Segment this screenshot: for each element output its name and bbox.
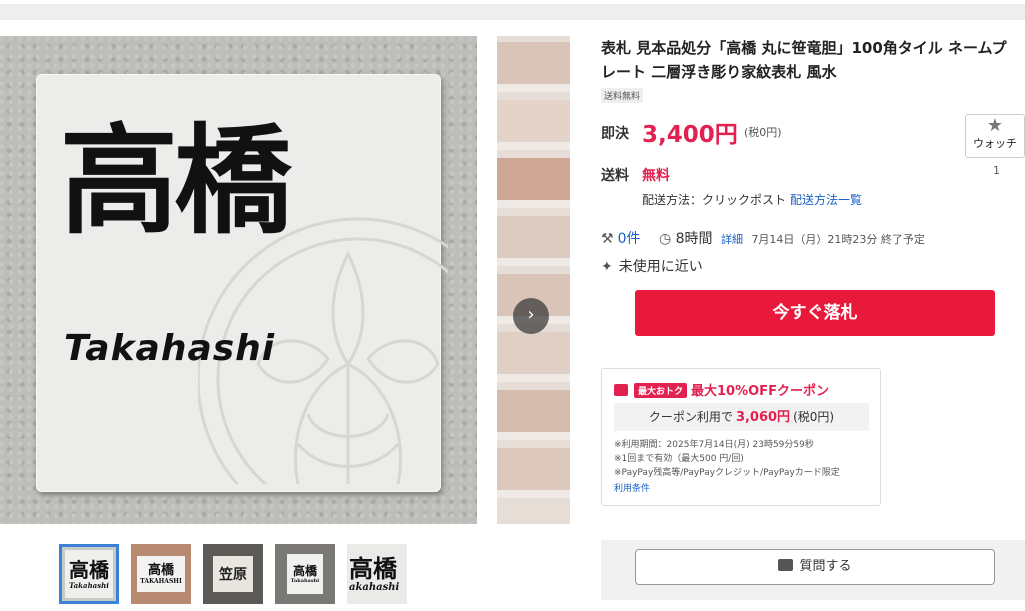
top-bar-strip [0,4,1025,20]
coupon-note-limit: ※1回まで有効（最大500 円/回) [614,454,744,464]
watch-count: 1 [993,164,1000,177]
shipping-options-link[interactable]: 配送方法一覧 [790,193,862,207]
thumbnail-4[interactable]: 高橋 Takahashi [275,544,335,604]
brick [497,158,570,208]
brick [497,100,570,150]
watch-label: ウォッチ [973,137,1017,150]
image-gallery: 高橋 Takahashi › [0,36,570,524]
watch-button[interactable]: ★ ウォッチ [965,114,1025,158]
plate-romaji: Takahashi [64,328,276,369]
thumbnail-3[interactable]: 笠原 [203,544,263,604]
thumb-kanji: 笠原 [219,567,247,583]
coupon-note-period: ※利用期間：2025年7月14日(月) 23時59分59秒 [614,440,814,450]
shipping-method-text: 配送方法：クリックポスト [642,193,787,207]
ask-question-button[interactable]: 質問する [635,549,995,585]
thumbnail-2[interactable]: 高橋 TAKAHASHI [131,544,191,604]
coupon-price: 3,060円 [735,410,791,425]
condition-text: 未使用に近い [618,259,703,275]
clock-icon: ◷ [658,231,672,247]
brick [497,42,570,92]
coupon-badge: 最大おトク [634,383,688,398]
thumb-romaji: Takahashi [69,580,109,590]
next-image-button[interactable]: › [513,298,549,334]
coupon-terms-link[interactable]: 利用条件 [614,481,650,494]
buy-now-button[interactable]: 今すぐ落札 [635,290,995,336]
thumb-kanji: 高橋 [147,563,174,578]
coupon-box: 最大おトク 最大10%OFFクーポン クーポン利用で 3,060円 (税0円) ※利用… [601,368,881,506]
thumb-romaji: Takahashi [290,578,320,584]
thumb-kanji: 高橋 [69,557,109,582]
main-photo[interactable]: 高橋 Takahashi [0,36,477,524]
coupon-tax: (税0円) [793,410,835,424]
auction-meta: ⚒ 0件 ◷ 8時間 詳細 7月14日（月）21時23分 終了予定 [601,228,925,248]
top-bar [0,0,1025,20]
brick [497,390,570,440]
free-shipping-tag: 送料無料 [601,88,644,103]
item-title: 表札 見本品処分「高橋 丸に笹竜胆」100角タイル ネームプレート 二層浮き彫り… [601,39,1007,81]
shipping-value: 無料 [642,168,670,184]
coupon-header: 最大おトク 最大10%OFFクーポン [614,380,829,399]
plate-kanji: 高橋 [60,111,292,250]
brick [497,448,570,498]
buy-now-price: 3,400円 [642,122,738,148]
coupon-use-prefix: クーポン利用で [648,410,733,424]
thumb-romaji: TAKAHASHI [140,578,182,585]
next-photo-preview[interactable] [497,36,570,524]
chat-bubble-icon [778,559,794,571]
shipping-method: 配送方法：クリックポスト 配送方法一覧 [642,191,862,208]
thumb-romaji: akahashi [349,581,400,593]
detail-link[interactable]: 詳細 [721,233,743,246]
end-time: 7月14日（月）21時23分 終了予定 [751,233,925,246]
time-left: 8時間 [675,231,713,247]
star-icon: ★ [986,115,1004,136]
item-condition: ✦ 未使用に近い [601,256,703,276]
price-tax: (税0円) [744,126,782,139]
sparkle-icon: ✦ [601,259,613,275]
gavel-icon: ⚒ [601,231,614,247]
coupon-icon [614,384,628,396]
name-plate-tile: 高橋 Takahashi [36,74,448,492]
thumb-kanji: 高橋 [349,553,397,583]
thumbnail-1[interactable]: 高橋 Takahashi [59,544,119,604]
coupon-title: 最大10%OFFクーポン [691,384,829,399]
thumbnail-5[interactable]: 高橋 akahashi [347,544,407,604]
brick [497,216,570,266]
coupon-price-row: クーポン利用で 3,060円 (税0円) [614,403,869,431]
thumb-kanji: 高橋 [292,564,317,578]
bid-count-link[interactable]: 0件 [618,231,641,247]
brick [497,332,570,382]
shipping-label: 送料 [601,168,629,184]
buy-now-label: 即決 [601,126,629,142]
coupon-note-payment: ※PayPay残高等/PayPayクレジット/PayPayカード限定 [614,468,840,478]
ask-question-label: 質問する [799,559,852,574]
